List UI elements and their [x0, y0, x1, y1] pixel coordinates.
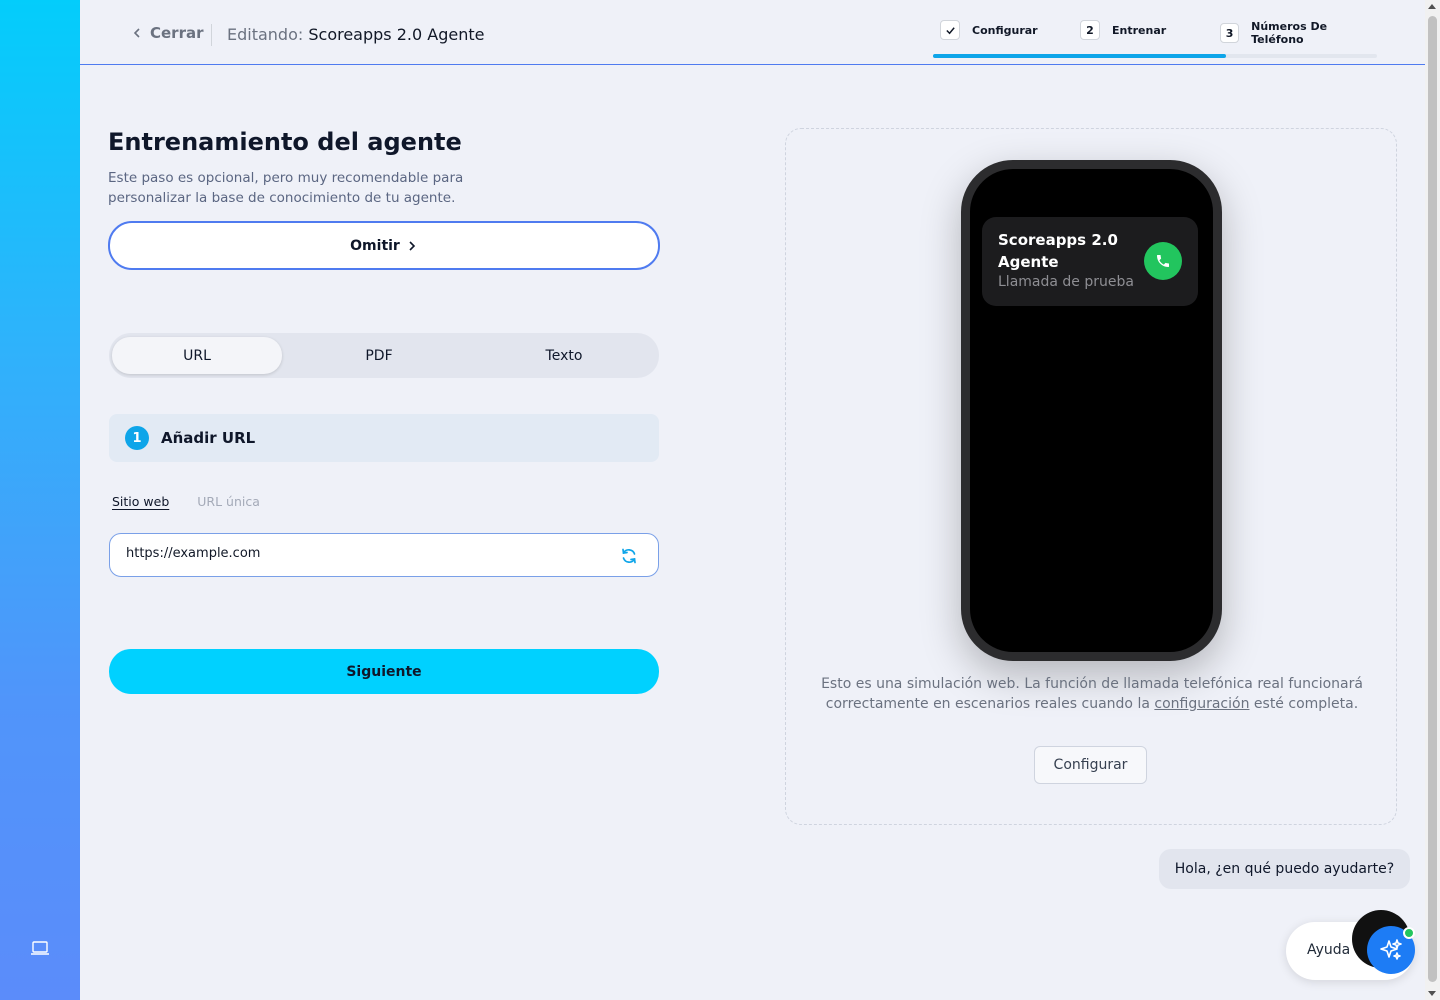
step-number: 3: [1220, 23, 1240, 43]
call-agent-name: Scoreapps 2.0 Agente: [998, 231, 1118, 271]
header-divider: [211, 24, 212, 46]
url-mode-tabs: Sitio web URL única: [112, 494, 260, 509]
step-progress-fill: [933, 54, 1227, 58]
answer-call-button[interactable]: [1144, 242, 1182, 280]
tab-pdf[interactable]: PDF: [294, 337, 464, 374]
check-icon: [945, 26, 955, 34]
help-chat-bubble[interactable]: Hola, ¿en qué puedo ayudarte?: [1159, 849, 1410, 889]
skip-label: Omitir: [350, 237, 400, 254]
tab-texto[interactable]: Texto: [479, 337, 649, 374]
close-label: Cerrar: [150, 24, 204, 42]
step-check-badge: [940, 20, 960, 40]
source-tabs: URL PDF Texto: [109, 333, 659, 378]
call-subtitle: Llamada de prueba: [998, 274, 1134, 290]
step-label: Entrenar: [1112, 23, 1167, 37]
incoming-call-card: Scoreapps 2.0 Agente Llamada de prueba: [982, 217, 1198, 306]
refresh-icon[interactable]: [620, 547, 638, 565]
tab-url[interactable]: URL: [112, 337, 282, 374]
close-button[interactable]: Cerrar: [130, 24, 204, 42]
url-input[interactable]: [126, 546, 596, 561]
section-title: Añadir URL: [161, 429, 256, 447]
section-number-badge: 1: [125, 426, 149, 450]
configuration-link[interactable]: configuración: [1154, 696, 1249, 712]
phone-icon: [1157, 255, 1169, 267]
skip-button[interactable]: Omitir: [108, 221, 660, 270]
sparkle-icon: [1380, 939, 1402, 960]
scrollbar-thumb[interactable]: [1428, 16, 1437, 982]
phone-mockup: Scoreapps 2.0 Agente Llamada de prueba: [961, 160, 1222, 661]
top-header: Cerrar Editando: Scoreapps 2.0 Agente Co…: [80, 0, 1425, 65]
page-title: Entrenamiento del agente: [108, 128, 462, 156]
url-mode-single-url[interactable]: URL única: [197, 494, 260, 509]
chevron-right-icon: [409, 240, 415, 251]
step-number: 2: [1080, 20, 1100, 40]
agent-name: Scoreapps 2.0 Agente: [308, 25, 485, 44]
step-numeros-de-telefono[interactable]: 3 Números De Teléfono: [1220, 20, 1377, 46]
scroll-down-arrow[interactable]: [1428, 991, 1436, 996]
simulation-disclaimer: Esto es una simulación web. La función d…: [816, 674, 1368, 714]
add-url-section: 1 Añadir URL: [109, 414, 659, 462]
step-label: Configurar: [972, 23, 1038, 37]
step-progress-track: [933, 54, 1377, 58]
url-mode-website[interactable]: Sitio web: [112, 494, 169, 509]
help-label: Ayuda: [1307, 942, 1351, 958]
editing-prefix: Editando:: [227, 25, 304, 44]
url-field: [109, 533, 659, 577]
sidebar: [0, 0, 80, 1000]
phone-preview-panel: Scoreapps 2.0 Agente Llamada de prueba E…: [785, 128, 1397, 825]
disclaimer-text-end: esté completa.: [1253, 696, 1359, 712]
chevron-left-icon: [133, 28, 140, 38]
step-label: Números De Teléfono: [1251, 20, 1328, 46]
step-configurar[interactable]: Configurar: [940, 20, 1038, 40]
page-scrollbar[interactable]: [1425, 0, 1440, 1000]
training-panel: Entrenamiento del agente Este paso es op…: [108, 128, 660, 694]
online-status-dot: [1403, 927, 1415, 939]
page-subtitle: Este paso es opcional, pero muy recomend…: [108, 170, 464, 206]
scroll-up-arrow[interactable]: [1428, 4, 1436, 9]
editing-title: Editando: Scoreapps 2.0 Agente: [227, 25, 484, 44]
next-button[interactable]: Siguiente: [109, 649, 659, 694]
configure-button[interactable]: Configurar: [1034, 746, 1147, 784]
laptop-icon[interactable]: [30, 940, 50, 956]
step-entrenar[interactable]: 2 Entrenar: [1080, 20, 1166, 40]
